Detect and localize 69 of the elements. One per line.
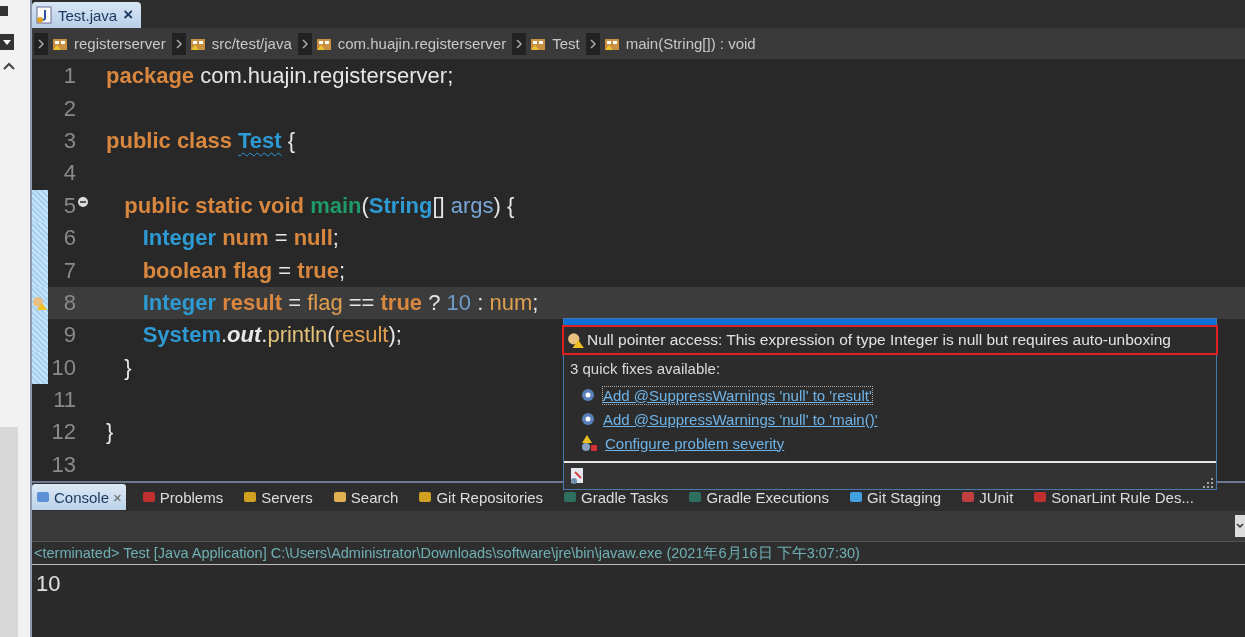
view-icon: [1033, 490, 1048, 504]
breadcrumb-item[interactable]: main(String[]) : void: [625, 35, 756, 52]
code-line: System.out.println(result);: [141, 322, 402, 349]
console-status: <terminated> Test [Java Application] C:\Users\Administrator\Downloads\software\jre\bin\javaw.exe (2021年6月16日 下午3:07:30): [32, 541, 1245, 565]
view-tab[interactable]: Search: [328, 484, 403, 510]
line-number: 5: [62, 192, 76, 219]
view-tab[interactable]: SonarLint Rule Des...: [1029, 484, 1198, 510]
line-number: 9: [62, 322, 76, 349]
line-number: 1: [62, 63, 76, 90]
view-tab[interactable]: Git Repositories: [414, 484, 548, 510]
java-file-icon: [36, 6, 52, 24]
line-number: 12: [50, 419, 76, 446]
close-button[interactable]: ×: [123, 5, 134, 25]
quick-fix-link[interactable]: Add @SuppressWarnings 'null' to 'main()': [602, 409, 879, 429]
view-icon: [418, 490, 433, 504]
chevron-right-icon[interactable]: [585, 32, 600, 55]
line-number: 11: [52, 387, 76, 414]
code-line: }: [106, 419, 114, 446]
line-number: 10: [50, 354, 76, 381]
line-number: 4: [62, 160, 76, 187]
breadcrumb-item[interactable]: registerserver: [74, 35, 166, 52]
code-line: }: [123, 354, 132, 381]
view-tab[interactable]: Problems: [137, 484, 228, 510]
quick-fix-link[interactable]: Configure problem severity: [604, 433, 786, 453]
chevron-right-icon[interactable]: [34, 32, 48, 55]
view-tab[interactable]: Gradle Executions: [684, 484, 833, 510]
line-number: 7: [62, 257, 76, 284]
view-icon: [243, 490, 258, 504]
view-tab[interactable]: Servers: [239, 484, 317, 510]
line-number: 13: [50, 451, 76, 478]
line-number: 2: [62, 95, 76, 122]
view-icon: [332, 490, 347, 504]
code-line: Integer num = null;: [141, 225, 339, 252]
quick-fix-heading: 3 quick fixes available:: [570, 360, 722, 377]
breadcrumb-item[interactable]: com.huajin.registerserver: [337, 35, 507, 52]
code-line: public class Test {: [106, 127, 296, 154]
code-line: package com.huajin.registerserver;: [106, 63, 454, 90]
problem-message: Null pointer access: This expression of type Integer is null but requires auto-unboxing: [564, 327, 1216, 353]
view-icon: [563, 490, 578, 504]
view-icon: [36, 490, 50, 504]
warning-icon: [567, 331, 585, 349]
console-output: 10: [36, 571, 61, 596]
chevron-right-icon[interactable]: [297, 32, 312, 55]
editor-tab[interactable]: Test.java ×: [32, 2, 142, 28]
view-tab[interactable]: Console ×: [32, 484, 126, 510]
view-icon: [141, 490, 156, 504]
line-number: 6: [62, 225, 76, 252]
view-icon: [848, 490, 863, 504]
breadcrumb-item[interactable]: src/test/java: [211, 35, 292, 52]
view-tab[interactable]: Gradle Tasks: [559, 484, 673, 510]
code-line: Integer result = flag == true ? 10 : num;: [141, 289, 539, 316]
quick-fix-link[interactable]: Add @SuppressWarnings 'null' to 'result': [602, 385, 873, 405]
line-number: 8: [62, 289, 76, 316]
view-tab[interactable]: JUnit: [957, 484, 1018, 510]
chevron-down-icon[interactable]: [1235, 515, 1245, 537]
chevron-up-icon[interactable]: [3, 62, 15, 70]
resize-grip-icon[interactable]: [1202, 477, 1214, 489]
collapse-icon[interactable]: [78, 196, 88, 207]
code-line: boolean flag = true;: [141, 257, 345, 284]
code-line: public static void main(String[] args) {: [123, 192, 515, 219]
chevron-right-icon[interactable]: [171, 32, 186, 55]
breadcrumb-item[interactable]: Test: [552, 35, 580, 52]
view-tab[interactable]: Git Staging: [844, 484, 946, 510]
view-icon: [961, 490, 976, 504]
close-button[interactable]: ×: [113, 488, 122, 506]
chevron-right-icon[interactable]: [512, 32, 527, 55]
line-number: 3: [62, 127, 76, 154]
view-icon: [688, 490, 703, 504]
dropdown-icon[interactable]: [0, 34, 14, 50]
